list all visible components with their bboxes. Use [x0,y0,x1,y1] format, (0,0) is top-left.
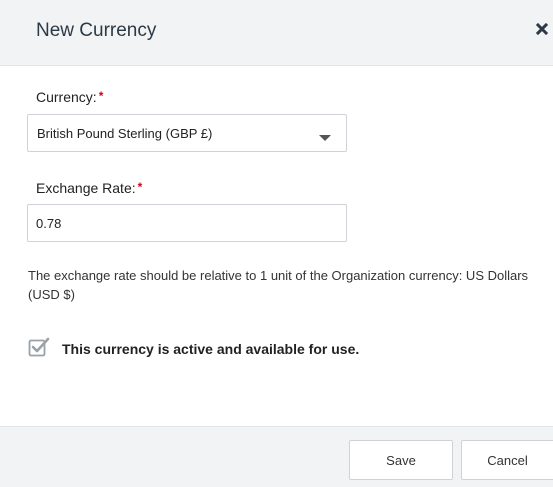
close-icon[interactable] [532,16,553,46]
dialog-footer: Save Cancel [0,426,553,487]
exchange-rate-label: Exchange Rate: * [36,180,143,196]
dialog-header: New Currency [0,0,553,66]
active-checkbox-label: This currency is active and available fo… [62,341,360,357]
caret-down-icon [318,129,332,147]
currency-select[interactable]: British Pound Sterling (GBP £) [27,114,347,152]
new-currency-dialog: New Currency Currency: * British Pound St… [0,0,553,487]
required-mark: * [98,89,104,103]
exchange-rate-help-text: The exchange rate should be relative to … [28,268,529,302]
checkbox-checked-icon[interactable] [28,336,52,363]
currency-select-value: British Pound Sterling (GBP £) [37,126,213,141]
currency-label: Currency: * [36,89,104,105]
save-button[interactable]: Save [349,440,453,480]
cancel-button[interactable]: Cancel [461,440,553,480]
dialog-title: New Currency [36,20,157,41]
required-mark: * [137,180,143,194]
exchange-rate-input[interactable] [27,204,347,242]
